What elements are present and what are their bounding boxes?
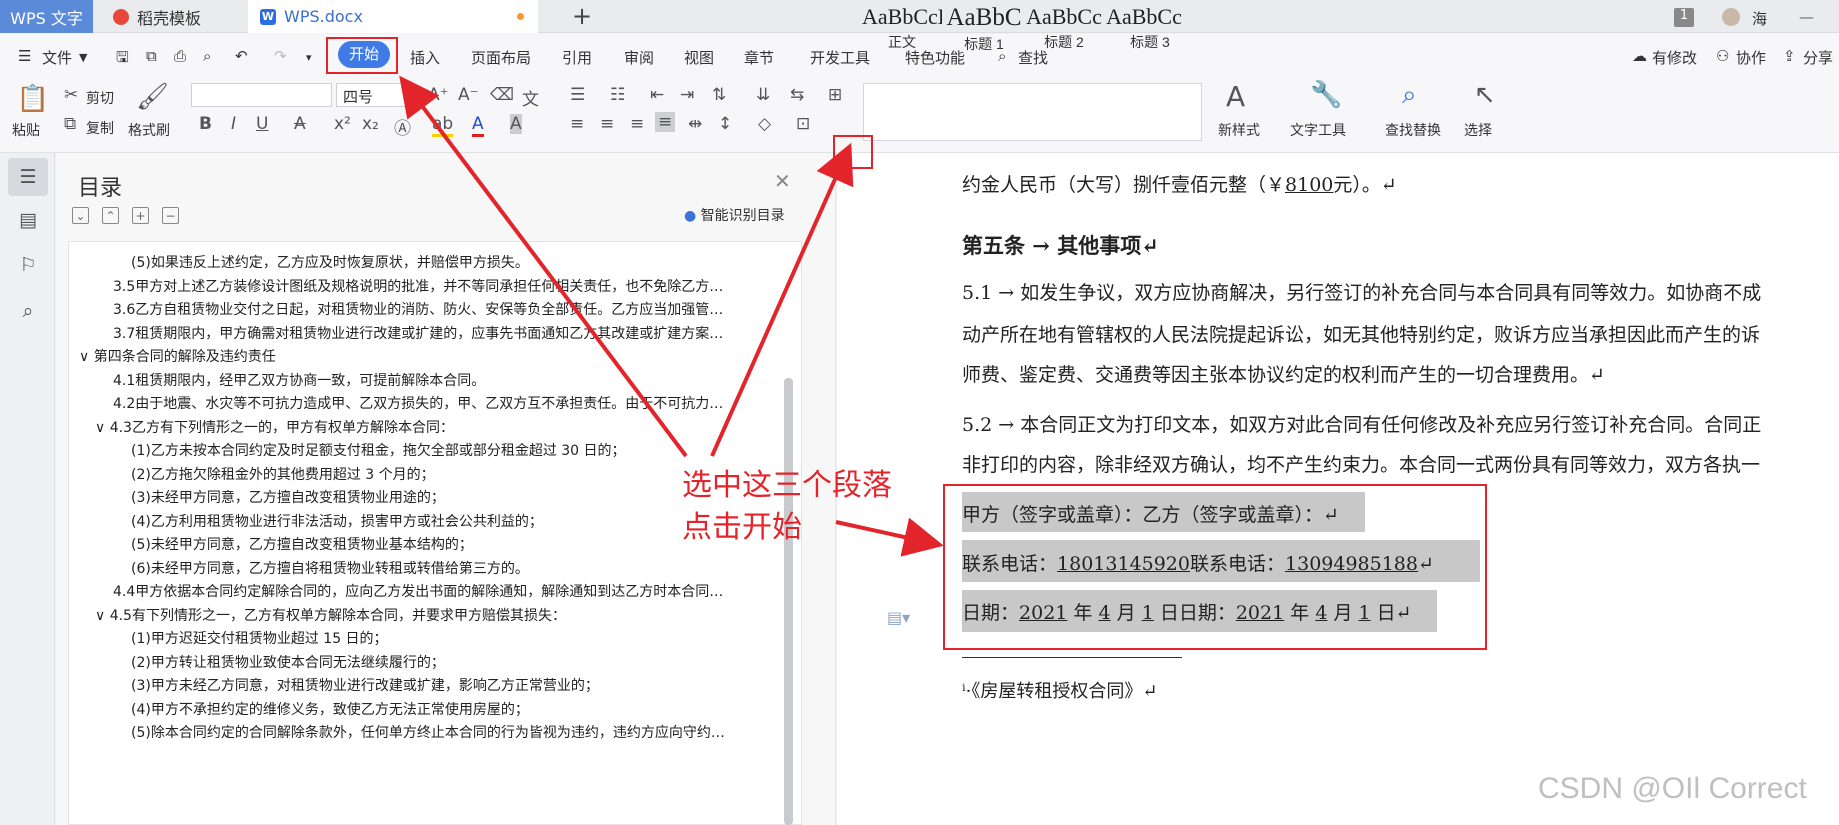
annotation-arrows: [399, 75, 944, 557]
arrow-to-selection: [835, 517, 944, 557]
arrow-to-corner: [710, 142, 854, 457]
watermark: CSDN @OIl Correct: [1538, 772, 1807, 805]
arrow-to-start: [399, 75, 688, 458]
